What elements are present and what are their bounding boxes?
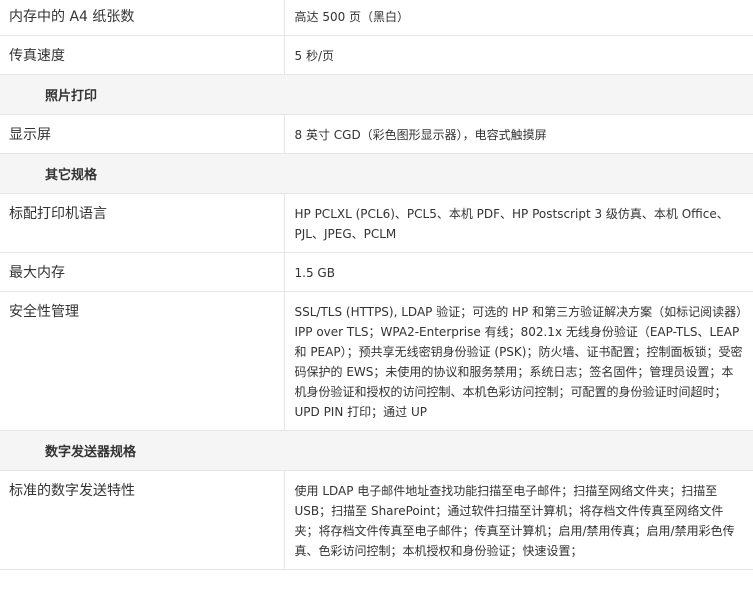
spec-label: 最大内存 — [0, 252, 285, 292]
spec-row-max-memory: 最大内存 1.5 GB — [0, 252, 753, 292]
spec-row-digital-sending-features: 标准的数字发送特性 使用 LDAP 电子邮件地址查找功能扫描至电子邮件；扫描至网… — [0, 470, 753, 570]
spec-value: 8 英寸 CGD（彩色图形显示器），电容式触摸屏 — [284, 114, 753, 154]
spec-row-display: 显示屏 8 英寸 CGD（彩色图形显示器），电容式触摸屏 — [0, 114, 753, 154]
spec-row-printer-languages: 标配打印机语言 HP PCLXL (PCL6)、PCL5、本机 PDF、HP P… — [0, 193, 753, 253]
spec-label: 内存中的 A4 纸张数 — [0, 0, 285, 36]
spec-row-a4-memory: 内存中的 A4 纸张数 高达 500 页（黑白） — [0, 0, 753, 36]
spec-label: 标配打印机语言 — [0, 193, 285, 253]
spec-value: 使用 LDAP 电子邮件地址查找功能扫描至电子邮件；扫描至网络文件夹；扫描至 U… — [284, 470, 753, 570]
spec-value: 1.5 GB — [284, 252, 753, 292]
spec-label: 传真速度 — [0, 35, 285, 75]
spec-value: SSL/TLS (HTTPS), LDAP 验证；可选的 HP 和第三方验证解决… — [284, 291, 753, 431]
spec-value: 高达 500 页（黑白） — [284, 0, 753, 36]
section-header-digital-sending: 数字发送器规格 — [0, 430, 753, 471]
spec-label: 安全性管理 — [0, 291, 285, 431]
spec-value: HP PCLXL (PCL6)、PCL5、本机 PDF、HP Postscrip… — [284, 193, 753, 253]
section-header-photo-printing: 照片打印 — [0, 74, 753, 115]
spec-label: 标准的数字发送特性 — [0, 470, 285, 570]
spec-value: 5 秒/页 — [284, 35, 753, 75]
spec-row-security: 安全性管理 SSL/TLS (HTTPS), LDAP 验证；可选的 HP 和第… — [0, 291, 753, 431]
section-title: 照片打印 — [0, 74, 753, 115]
section-title: 数字发送器规格 — [0, 430, 753, 471]
spec-table: 内存中的 A4 纸张数 高达 500 页（黑白） 传真速度 5 秒/页 照片打印… — [0, 0, 753, 570]
spec-label: 显示屏 — [0, 114, 285, 154]
section-header-other-specs: 其它规格 — [0, 153, 753, 194]
section-title: 其它规格 — [0, 153, 753, 194]
spec-row-fax-speed: 传真速度 5 秒/页 — [0, 35, 753, 75]
